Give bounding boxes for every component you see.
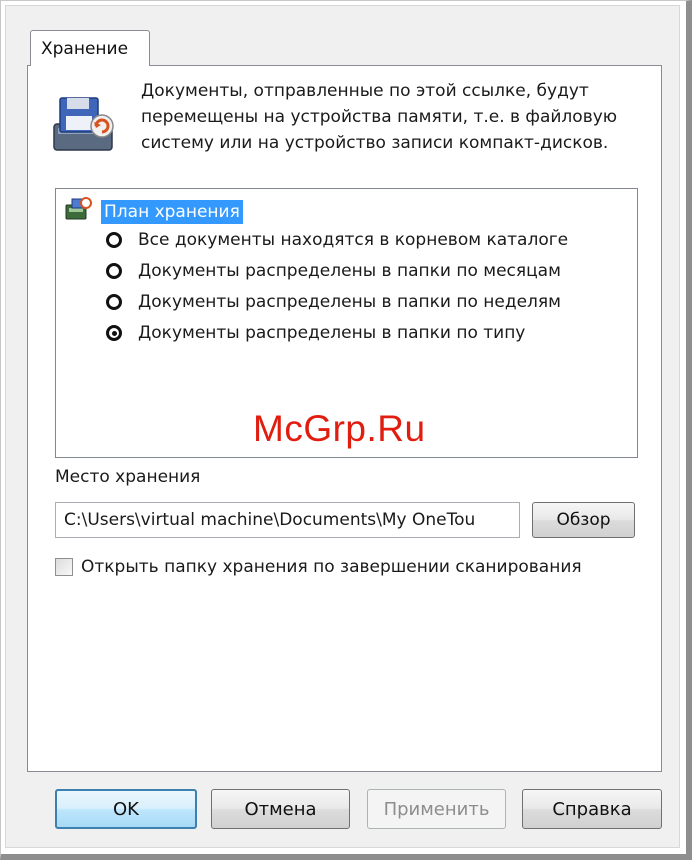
help-button[interactable]: Справка [522, 789, 662, 829]
open-folder-option[interactable]: Открыть папку хранения по завершении ска… [55, 555, 582, 579]
option-by-type-radio[interactable] [106, 325, 122, 341]
option-by-week-radio[interactable] [106, 294, 122, 310]
storage-plan-label[interactable]: План хранения [101, 200, 243, 224]
tab-storage-label: Хранение [41, 39, 129, 59]
storage-description: Документы, отправленные по этой ссылке, … [141, 81, 618, 153]
option-by-type[interactable]: Документы распределены в папки по типу [106, 319, 525, 347]
open-folder-label: Открыть папку хранения по завершении ска… [81, 557, 582, 577]
option-by-week-label: Документы распределены в папки по неделя… [138, 292, 561, 312]
storage-drive-icon [53, 97, 114, 151]
browse-button[interactable]: Обзор [532, 502, 635, 538]
storage-location-label: Место хранения [55, 467, 201, 487]
tab-storage[interactable]: Хранение [30, 30, 150, 66]
option-by-month[interactable]: Документы распределены в папки по месяца… [106, 257, 561, 285]
option-root-folder[interactable]: Все документы находятся в корневом катал… [106, 226, 568, 254]
open-folder-checkbox[interactable] [55, 558, 73, 576]
option-by-month-label: Документы распределены в папки по месяца… [138, 261, 561, 281]
cancel-button[interactable]: Отмена [211, 789, 350, 829]
option-by-type-label: Документы распределены в папки по типу [138, 323, 526, 343]
option-by-month-radio[interactable] [106, 263, 122, 279]
option-root-folder-radio[interactable] [106, 232, 122, 248]
ok-button[interactable]: OK [55, 789, 197, 829]
option-root-folder-label: Все документы находятся в корневом катал… [138, 230, 569, 250]
apply-button[interactable]: Применить [367, 789, 506, 829]
storage-plan-icon [65, 197, 92, 220]
storage-path-input[interactable] [55, 502, 520, 538]
option-by-week[interactable]: Документы распределены в папки по неделя… [106, 288, 561, 316]
watermark: McGrp.Ru [253, 408, 426, 449]
